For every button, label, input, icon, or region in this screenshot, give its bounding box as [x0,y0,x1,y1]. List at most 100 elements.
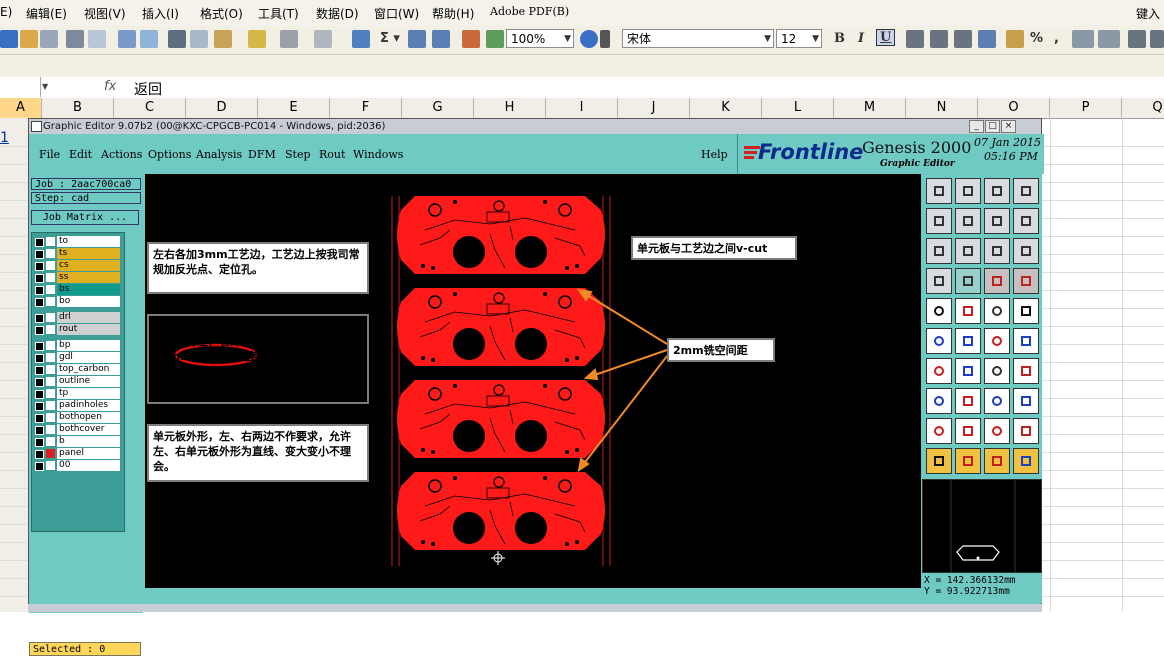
layer-name[interactable]: bo [57,296,120,307]
align-center-icon[interactable] [930,30,948,48]
ge-menu-analysis[interactable]: Analysis [196,148,242,161]
ge-menu-help[interactable]: Help [701,148,728,161]
align-left-icon[interactable] [906,30,924,48]
pan-right-icon[interactable] [955,208,981,234]
triangle-b-icon[interactable] [984,418,1010,444]
layer-color-swatch[interactable] [46,237,55,246]
layer-color-swatch[interactable] [46,425,55,434]
layer-color-swatch[interactable] [46,449,55,458]
minimize-icon[interactable]: _ [969,120,984,133]
column-header-n[interactable]: N [906,98,978,118]
select-net-icon[interactable] [1013,448,1039,474]
layer-color-swatch[interactable] [46,249,55,258]
menu-item-help[interactable]: 帮助(H) [432,5,474,22]
increase-decimal-icon[interactable] [1072,30,1094,48]
layer-name[interactable]: b [57,436,120,447]
ge-menu-options[interactable]: Options [148,148,191,161]
print-preview-icon[interactable] [88,30,106,48]
select-polygon-icon[interactable] [984,448,1010,474]
currency-icon[interactable] [1006,30,1024,48]
pan-left-icon[interactable] [926,208,952,234]
layer-checkbox[interactable] [35,402,44,411]
column-header-f[interactable]: F [330,98,402,118]
menu-item-file-partial[interactable]: E) [0,5,12,19]
ge-menu-edit[interactable]: Edit [69,148,92,161]
scale-1-2-icon[interactable] [984,238,1010,264]
connect-icon[interactable] [926,328,952,354]
measure-icon[interactable] [926,268,952,294]
ge-menu-windows[interactable]: Windows [353,148,403,161]
column-header-g[interactable]: G [402,98,474,118]
sort-descending-icon[interactable] [432,30,450,48]
menu-item-adobe-pdf[interactable]: Adobe PDF(B) [490,5,569,18]
name-box[interactable] [0,77,41,97]
layer-color-swatch[interactable] [46,413,55,422]
chart-wizard-icon[interactable] [462,30,480,48]
layer-color-swatch[interactable] [46,273,55,282]
layer-checkbox[interactable] [35,378,44,387]
layer-checkbox[interactable] [35,426,44,435]
layer-row[interactable]: bs [32,284,122,296]
slope-icon[interactable] [926,358,952,384]
layer-checkbox[interactable] [35,462,44,471]
layer-color-swatch[interactable] [46,389,55,398]
hyperlink-icon[interactable] [352,30,370,48]
layer-color-swatch[interactable] [46,325,55,334]
column-header-d[interactable]: D [186,98,258,118]
layer-checkbox[interactable] [35,250,44,259]
triangle-icon[interactable] [926,418,952,444]
ge-menu-file[interactable]: File [39,148,60,161]
snap-icon[interactable] [1013,208,1039,234]
print-icon[interactable] [66,30,84,48]
select-area-icon[interactable] [955,448,981,474]
formula-input[interactable]: 返回 [134,79,162,99]
overview-preview[interactable] [922,479,1042,573]
layer-checkbox[interactable] [35,354,44,363]
layer-checkbox[interactable] [35,414,44,423]
layer-row[interactable]: ts [32,248,122,260]
home-icon[interactable] [984,178,1010,204]
underline-button[interactable]: U [876,29,896,46]
column-header-h[interactable]: H [474,98,546,118]
percent-button[interactable]: % [1030,31,1043,46]
permission-icon[interactable] [20,30,38,48]
research-icon[interactable] [140,30,158,48]
graphics-canvas[interactable]: 左右各加3mm工艺边，工艺边上按我司常规加反光点、定位孔。 左、右单元板外形为弧… [145,174,921,588]
maximize-icon[interactable]: □ [985,120,1000,133]
zoom-in-icon[interactable] [926,178,952,204]
add-feature-icon[interactable] [926,388,952,414]
layer-row[interactable]: drl [32,312,122,324]
layer-select-icon[interactable] [984,268,1010,294]
redraw-icon[interactable] [984,208,1010,234]
layer-color-swatch[interactable] [46,401,55,410]
chevron-down-icon[interactable]: ▼ [42,82,48,91]
layer-row[interactable]: cs [32,260,122,272]
layer-name[interactable]: bs [57,284,120,295]
layer-name[interactable]: drl [57,312,120,323]
layer-name[interactable]: ts [57,248,120,259]
layer-name[interactable]: rout [57,324,120,335]
zoom-window-icon[interactable] [1013,178,1039,204]
add-line-icon[interactable] [984,298,1010,324]
layer-row[interactable]: outline [32,376,122,388]
measure-gap-icon[interactable] [984,388,1010,414]
redo-icon[interactable] [314,30,332,48]
save-icon[interactable] [0,30,18,48]
layer-name[interactable]: bothcover [57,424,120,435]
zoom-fit-icon[interactable] [926,238,952,264]
layer-color-swatch[interactable] [46,297,55,306]
format-painter-icon[interactable] [248,30,266,48]
ge-menu-rout[interactable]: Rout [319,148,345,161]
zoom-out-icon[interactable] [955,178,981,204]
column-header-m[interactable]: M [834,98,906,118]
layer-row[interactable]: to [32,236,122,248]
help-icon[interactable] [580,30,598,48]
menu-item-edit[interactable]: 编辑(E) [26,5,67,22]
job-matrix-button[interactable]: Job Matrix ... [31,210,139,225]
layer-color-swatch[interactable] [46,365,55,374]
layer-color-swatch[interactable] [46,341,55,350]
zoom-center-icon[interactable] [955,238,981,264]
undo-icon[interactable] [280,30,298,48]
layer-color-swatch[interactable] [46,377,55,386]
layer-color-swatch[interactable] [46,285,55,294]
